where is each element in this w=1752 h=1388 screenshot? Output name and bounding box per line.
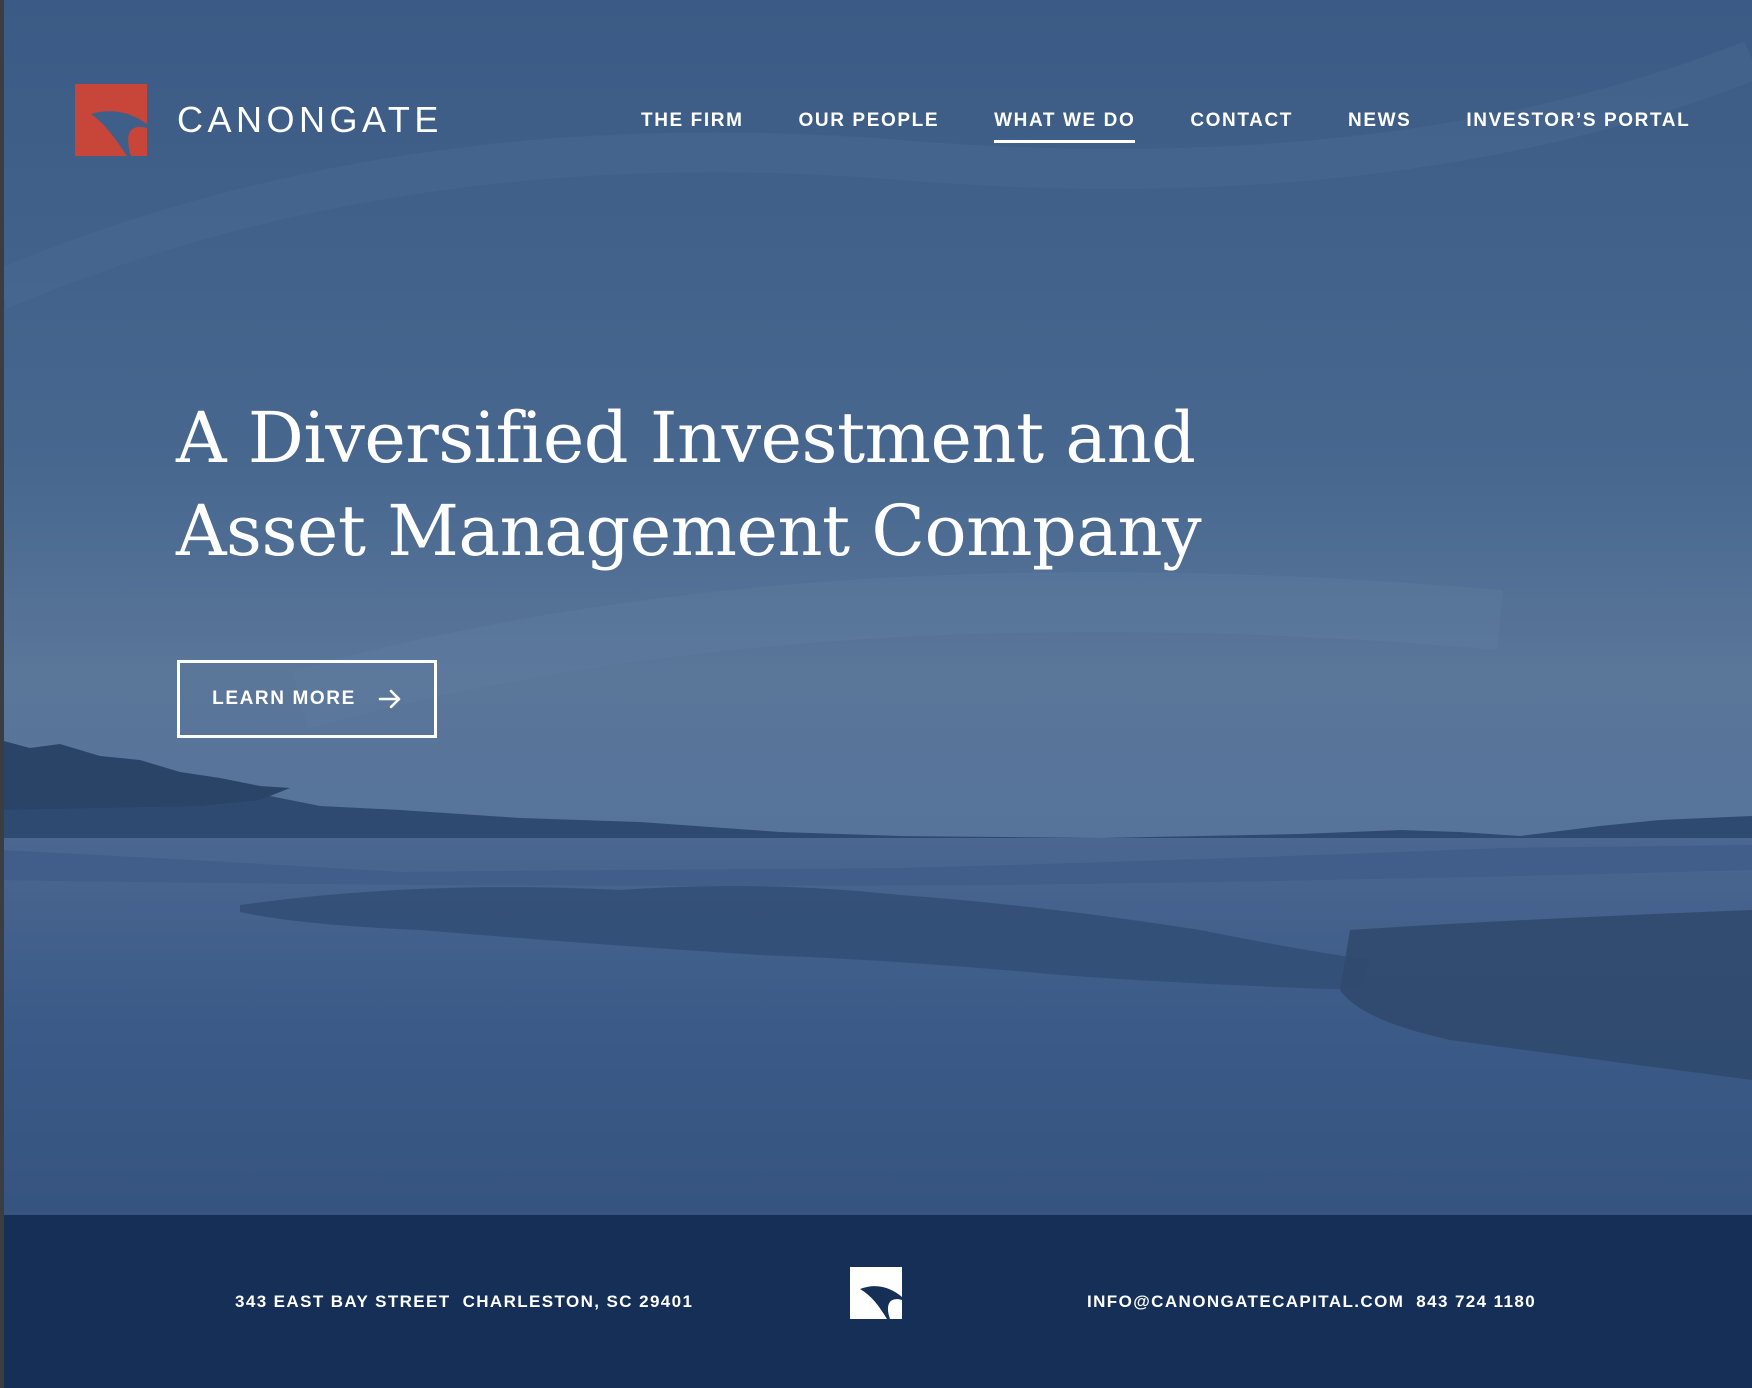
main-nav: THE FIRM OUR PEOPLE WHAT WE DO CONTACT N… [641, 110, 1690, 143]
page: CANONGATE THE FIRM OUR PEOPLE WHAT WE DO… [0, 0, 1752, 1388]
nav-item-contact[interactable]: CONTACT [1190, 110, 1293, 140]
brand-name: CANONGATE [177, 99, 443, 140]
brand-logo[interactable]: CANONGATE [75, 84, 443, 156]
nav-item-investors-portal[interactable]: INVESTOR’S PORTAL [1466, 110, 1690, 140]
canongate-logo-icon [75, 84, 147, 156]
hero-headline: A Diversified Investment and Asset Manag… [176, 392, 1276, 578]
footer: 343 EAST BAY STREET CHARLESTON, SC 29401 … [0, 1215, 1752, 1388]
footer-logo-icon[interactable] [850, 1267, 902, 1319]
marsh-landscape-image [0, 0, 1752, 1215]
footer-address: 343 EAST BAY STREET CHARLESTON, SC 29401 [235, 1292, 693, 1312]
hero-background [0, 0, 1752, 1215]
nav-item-what-we-do[interactable]: WHAT WE DO [994, 110, 1136, 143]
footer-email-link[interactable]: INFO@CANONGATECAPITAL.COM [1087, 1292, 1404, 1311]
hero-headline-line-1: A Diversified Investment and [176, 397, 1196, 479]
nav-item-our-people[interactable]: OUR PEOPLE [799, 110, 940, 140]
arrow-right-icon [378, 689, 401, 709]
footer-phone-link[interactable]: 843 724 1180 [1416, 1292, 1536, 1311]
nav-item-news[interactable]: NEWS [1348, 110, 1411, 140]
window-edge [0, 0, 4, 1388]
footer-contact: INFO@CANONGATECAPITAL.COM 843 724 1180 [1087, 1292, 1536, 1312]
footer-street: 343 EAST BAY STREET [235, 1292, 451, 1311]
learn-more-button[interactable]: LEARN MORE [177, 660, 437, 738]
nav-item-the-firm[interactable]: THE FIRM [641, 110, 744, 140]
hero-headline-line-2: Asset Management Company [176, 490, 1202, 572]
footer-city: CHARLESTON, SC 29401 [462, 1292, 694, 1311]
learn-more-label: LEARN MORE [212, 688, 356, 709]
